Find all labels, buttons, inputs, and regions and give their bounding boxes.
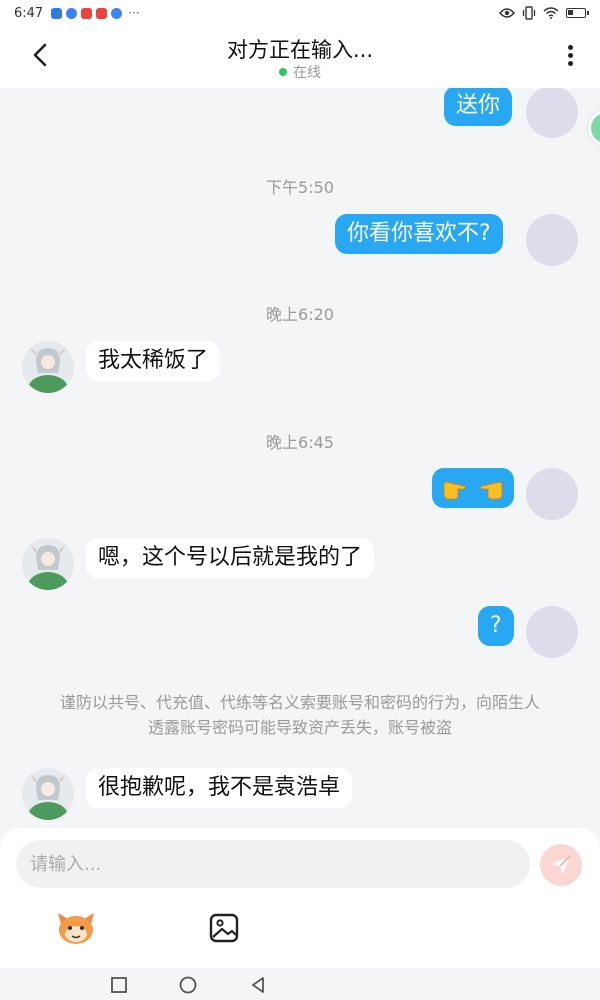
- self-avatar[interactable]: [526, 606, 578, 658]
- emoji-button[interactable]: [54, 908, 98, 948]
- vibrate-icon: [522, 6, 536, 20]
- notification-app-icon: [66, 7, 78, 19]
- outgoing-message[interactable]: 送你: [444, 88, 513, 126]
- time-separator: 晚上6:20: [266, 305, 334, 324]
- online-status: 在线: [0, 62, 600, 82]
- send-icon: [552, 855, 571, 874]
- outgoing-message[interactable]: 你看你喜欢不?: [335, 214, 503, 254]
- anime-character-avatar-icon: [22, 538, 74, 590]
- image-button[interactable]: [202, 908, 246, 948]
- eye-icon: [499, 8, 515, 18]
- status-time: 6:47: [14, 5, 44, 21]
- system-nav-bar: [0, 968, 600, 1000]
- image-icon: [209, 913, 239, 943]
- anime-character-avatar-icon: [22, 341, 74, 393]
- online-dot: [279, 68, 287, 76]
- notification-app-icon: [111, 7, 123, 19]
- incoming-message[interactable]: 我太稀饭了: [86, 341, 221, 381]
- send-button[interactable]: [540, 844, 582, 886]
- incoming-message[interactable]: 很抱歉呢，我不是袁浩卓: [86, 768, 353, 808]
- time-separator: 下午5:50: [266, 178, 334, 197]
- status-bar: 6:47 ···: [0, 0, 600, 26]
- home-icon[interactable]: [177, 974, 199, 996]
- incoming-message[interactable]: 嗯，这个号以后就是我的了: [86, 538, 375, 578]
- more-vertical-icon: [558, 45, 582, 66]
- chat-title: 对方正在输入...: [226, 38, 374, 62]
- online-status-label: 在线: [293, 65, 321, 81]
- peer-avatar[interactable]: [22, 538, 74, 590]
- peer-avatar[interactable]: [22, 341, 74, 393]
- anime-character-avatar-icon: [22, 768, 74, 820]
- message-list[interactable]: 送你 下午5:50 你看你喜欢不? 晚上6:20 我太稀饭了 晚上6:45 嗯，…: [0, 88, 600, 830]
- notification-app-icon: [51, 7, 63, 19]
- status-more: ···: [128, 6, 140, 20]
- emoji-mascot-icon: [58, 913, 94, 944]
- wifi-icon: [543, 7, 559, 19]
- chat-header: 对方正在输入... 在线: [0, 26, 600, 88]
- message-input[interactable]: [16, 840, 530, 888]
- more-menu-button[interactable]: [558, 42, 582, 72]
- recent-apps-icon[interactable]: [108, 974, 130, 996]
- floating-action-button[interactable]: [588, 110, 600, 146]
- battery-icon: [566, 8, 589, 18]
- message-composer: [0, 828, 600, 968]
- outgoing-emoji-message[interactable]: [432, 468, 514, 508]
- pointing-fingers-emoji-icon: [443, 481, 503, 500]
- outgoing-message[interactable]: ?: [478, 606, 514, 646]
- time-separator: 晚上6:45: [266, 433, 334, 452]
- self-avatar[interactable]: [526, 88, 578, 138]
- notification-app-icon: [96, 7, 108, 19]
- self-avatar[interactable]: [526, 214, 578, 266]
- security-notice: 谨防以共号、代充值、代练等名义索要账号和密码的行为，向陌生人透露账号密码可能导致…: [60, 693, 541, 737]
- notification-app-icon: [81, 7, 93, 19]
- peer-avatar[interactable]: [22, 768, 74, 820]
- self-avatar[interactable]: [526, 468, 578, 520]
- back-triangle-icon[interactable]: [247, 974, 269, 996]
